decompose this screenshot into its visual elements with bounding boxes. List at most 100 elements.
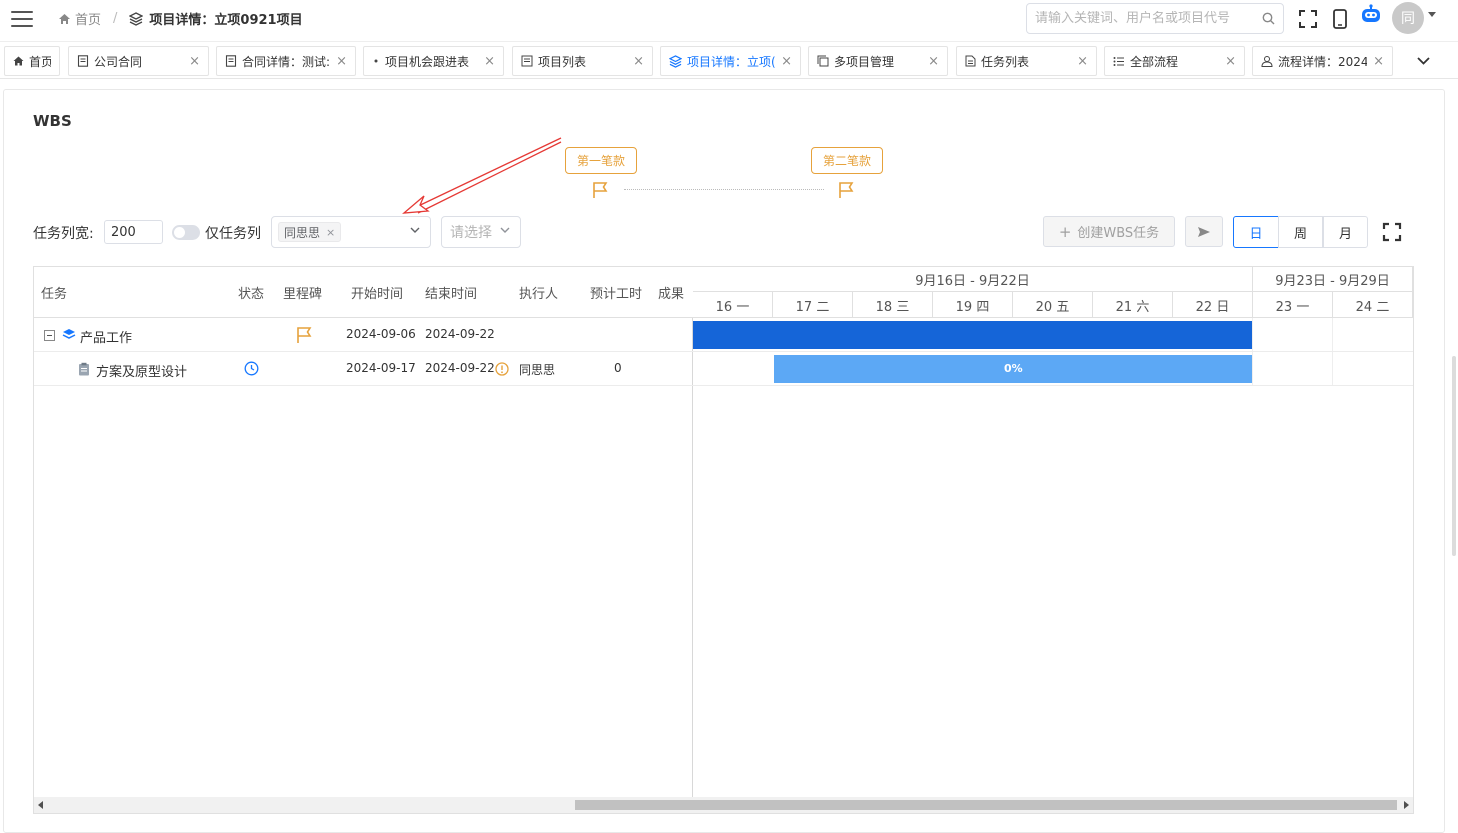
column-header-hours: 预计工时 (590, 287, 643, 302)
breadcrumb-current-label: 项目详情：立项0921项目 (149, 13, 303, 28)
gantt-bar-task[interactable]: 0% (774, 355, 1252, 383)
table-row[interactable]: 产品工作 2024-09-06 2024-09-22 (34, 318, 693, 352)
assignee-tag-label: 同思思 (284, 225, 321, 240)
table-row[interactable]: 方案及原型设计 2024-09-17 2024-09-22 同思思 0 (34, 352, 693, 386)
close-icon[interactable]: × (189, 54, 200, 69)
close-icon[interactable]: × (1225, 54, 1236, 69)
tab-label: 项目详情：立项( (687, 54, 776, 69)
tab-company-contract[interactable]: 公司合同 × (68, 46, 209, 76)
search-icon[interactable] (1262, 12, 1275, 25)
close-icon[interactable]: × (1373, 54, 1384, 69)
page-title: WBS (33, 112, 72, 130)
day-label: 22 日 (1173, 292, 1253, 318)
horizontal-scrollbar[interactable] (34, 797, 1413, 813)
task-start-date: 2024-09-06 (346, 327, 416, 341)
flag-icon (297, 327, 312, 343)
view-month-button[interactable]: 月 (1323, 216, 1368, 248)
task-name[interactable]: 方案及原型设计 (96, 361, 187, 380)
task-assignee: 同思思 (519, 363, 556, 377)
tab-home[interactable]: 首页 (4, 46, 60, 76)
list-icon (521, 55, 533, 67)
menu-toggle-icon[interactable] (11, 11, 33, 29)
tab-task-list[interactable]: 任务列表 × (956, 46, 1097, 76)
scrollbar-thumb[interactable] (575, 800, 1397, 810)
tab-multi-project[interactable]: 多项目管理 × (808, 46, 948, 76)
flag-icon (593, 182, 608, 198)
milestone-tag-1[interactable]: 第一笔款 (565, 147, 637, 174)
breadcrumb-home[interactable]: 首页 (58, 9, 101, 28)
gantt-timeline: 9月16日 - 9月22日 9月23日 - 9月29日 16 一 17 二 18… (693, 267, 1413, 797)
fullscreen-icon[interactable] (1297, 8, 1319, 30)
tab-label: 合同详情：测试: (242, 54, 331, 69)
fullscreen-icon[interactable] (1382, 222, 1402, 242)
mobile-icon[interactable] (1329, 8, 1351, 30)
page-scrollbar[interactable] (1452, 356, 1456, 556)
tab-label: 项目机会跟进表 (385, 54, 470, 69)
collapse-icon[interactable] (44, 330, 55, 341)
gantt-bar-parent[interactable] (693, 321, 1252, 349)
assignee-select[interactable]: 同思思 × (271, 216, 431, 248)
column-header-status: 状态 (238, 287, 265, 302)
task-name[interactable]: 产品工作 (80, 327, 132, 346)
task-grid: 任务 状态 里程碑 开始时间 结束时间 执行人 预计工时 成果 产品工作 202… (34, 267, 693, 797)
chevron-down-icon (1416, 57, 1430, 65)
chevron-down-icon[interactable] (1428, 12, 1436, 17)
clock-icon (244, 361, 259, 376)
milestone-tag-2[interactable]: 第二笔款 (811, 147, 883, 174)
send-button[interactable] (1185, 216, 1223, 247)
breadcrumb-current: 项目详情：立项0921项目 (129, 9, 303, 28)
close-icon[interactable]: × (336, 54, 347, 69)
create-wbs-task-button[interactable]: + 创建WBS任务 (1043, 216, 1175, 247)
close-icon[interactable]: × (484, 54, 495, 69)
view-day-button[interactable]: 日 (1233, 216, 1279, 248)
search-input[interactable] (1035, 11, 1262, 26)
avatar[interactable]: 同 (1392, 2, 1424, 34)
tab-opportunity-tracking[interactable]: 项目机会跟进表 × (363, 46, 504, 76)
global-search[interactable] (1026, 3, 1284, 34)
column-width-input[interactable] (104, 220, 163, 244)
send-icon (1198, 226, 1210, 237)
tab-project-list[interactable]: 项目列表 × (512, 46, 653, 76)
tab-process-detail[interactable]: 流程详情：2024 × (1252, 46, 1393, 76)
close-icon[interactable]: × (781, 54, 792, 69)
day-label: 24 二 (1333, 292, 1413, 318)
view-week-button[interactable]: 周 (1278, 216, 1323, 248)
day-label: 18 三 (853, 292, 933, 318)
tab-all-processes[interactable]: 全部流程 × (1104, 46, 1245, 76)
week-label: 9月16日 - 9月22日 (693, 267, 1253, 292)
day-header: 16 一 17 二 18 三 19 四 20 五 21 六 22 日 23 一 … (693, 292, 1413, 318)
column-header-start: 开始时间 (351, 287, 404, 302)
day-label: 20 五 (1013, 292, 1093, 318)
filter-select[interactable]: 请选择 (441, 216, 521, 248)
gantt-bar-progress: 0% (1004, 362, 1023, 375)
document-icon (225, 55, 237, 67)
tab-label: 任务列表 (981, 54, 1030, 69)
column-header-end: 结束时间 (425, 287, 478, 302)
close-icon[interactable]: × (326, 226, 335, 239)
week-header: 9月16日 - 9月22日 9月23日 - 9月29日 (693, 267, 1413, 292)
scroll-left-icon[interactable] (38, 801, 43, 809)
tabs-more-button[interactable] (1406, 47, 1440, 75)
task-hours: 0 (614, 361, 622, 375)
tab-contract-detail[interactable]: 合同详情：测试: × (216, 46, 356, 76)
top-navbar: 首页 / 项目详情：立项0921项目 同 (0, 0, 1458, 42)
home-icon (59, 13, 70, 24)
column-header-task: 任务 (41, 287, 68, 302)
layers-icon (669, 54, 682, 68)
gantt-row (693, 318, 1413, 352)
assignee-tag: 同思思 × (278, 222, 342, 242)
file-icon (965, 55, 976, 67)
column-width-label: 任务列宽: (33, 226, 94, 242)
robot-assistant-icon[interactable] (1360, 4, 1382, 26)
dot-icon (372, 57, 380, 65)
close-icon[interactable]: × (928, 54, 939, 69)
day-label: 16 一 (693, 292, 773, 318)
column-header-output: 成果 (658, 287, 685, 302)
plus-icon: + (1058, 222, 1072, 241)
task-end-date: 2024-09-22 (425, 327, 495, 341)
close-icon[interactable]: × (1077, 54, 1088, 69)
scroll-right-icon[interactable] (1404, 801, 1409, 809)
close-icon[interactable]: × (633, 54, 644, 69)
tab-project-detail[interactable]: 项目详情：立项( × (660, 46, 801, 76)
only-tasks-toggle[interactable] (172, 225, 200, 240)
